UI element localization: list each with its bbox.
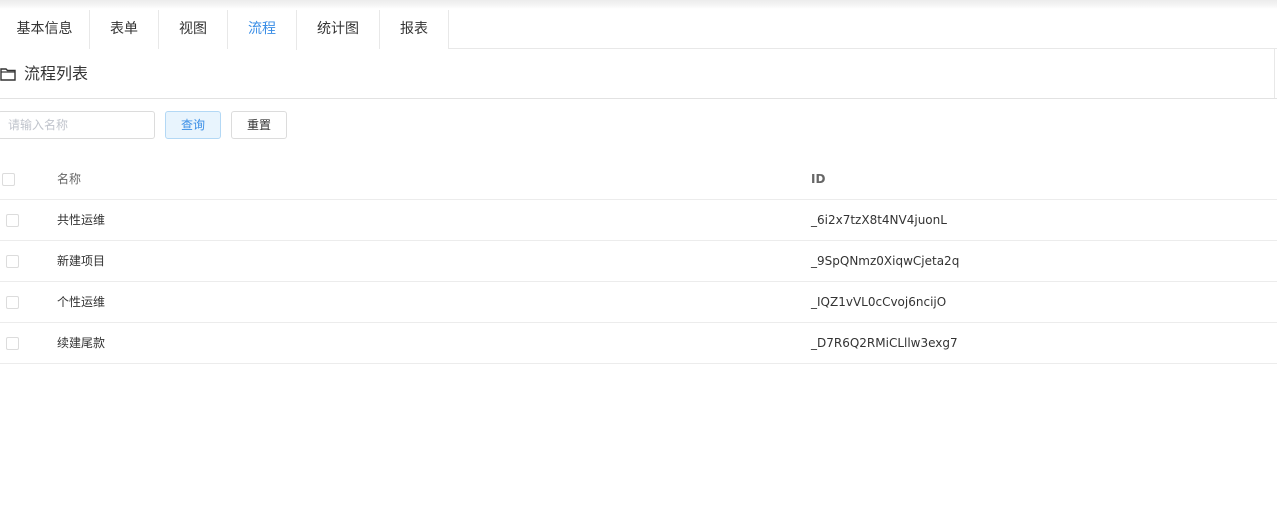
row-name: 续建尾款 — [57, 336, 106, 350]
row-name: 个性运维 — [57, 295, 106, 309]
row-id: _9SpQNmz0XiqwCjeta2q — [811, 254, 960, 268]
table-row[interactable]: 个性运维 _IQZ1vVL0cCvoj6ncijO — [0, 282, 1277, 323]
workflow-table: 名称 ID 共性运维 _6i2x7tzX8t4NV4juonL 新建项目 _9S… — [0, 159, 1277, 364]
tab-view[interactable]: 视图 — [159, 10, 228, 49]
tab-statistics-chart[interactable]: 统计图 — [297, 10, 380, 49]
tab-workflow[interactable]: 流程 — [228, 10, 297, 50]
row-name: 新建项目 — [57, 254, 106, 268]
row-id: _D7R6Q2RMiCLllw3exg7 — [811, 336, 958, 350]
row-id: _6i2x7tzX8t4NV4juonL — [811, 213, 947, 227]
tab-basic-info[interactable]: 基本信息 — [0, 10, 90, 49]
section-title: 流程列表 — [24, 64, 89, 83]
row-name: 共性运维 — [57, 213, 106, 227]
table-header-row: 名称 ID — [0, 159, 1277, 200]
select-all-checkbox[interactable] — [2, 173, 15, 186]
column-header-name: 名称 — [57, 172, 82, 186]
reset-button[interactable]: 重置 — [231, 111, 287, 139]
row-checkbox[interactable] — [6, 214, 19, 227]
column-header-id: ID — [811, 172, 826, 186]
table-row[interactable]: 新建项目 _9SpQNmz0XiqwCjeta2q — [0, 241, 1277, 282]
tab-form[interactable]: 表单 — [90, 10, 159, 49]
row-checkbox[interactable] — [6, 337, 19, 350]
row-id: _IQZ1vVL0cCvoj6ncijO — [811, 295, 947, 309]
table-row[interactable]: 共性运维 _6i2x7tzX8t4NV4juonL — [0, 200, 1277, 241]
tab-report[interactable]: 报表 — [380, 10, 449, 49]
top-shadow — [0, 0, 1277, 9]
folder-icon — [0, 68, 16, 81]
row-checkbox[interactable] — [6, 255, 19, 268]
section-header: 流程列表 — [0, 49, 1277, 99]
query-button[interactable]: 查询 — [165, 111, 221, 139]
table-row[interactable]: 续建尾款 _D7R6Q2RMiCLllw3exg7 — [0, 323, 1277, 364]
row-checkbox[interactable] — [6, 296, 19, 309]
tab-bar: 基本信息 表单 视图 流程 统计图 报表 — [0, 10, 1277, 50]
name-search-input[interactable] — [0, 111, 155, 139]
